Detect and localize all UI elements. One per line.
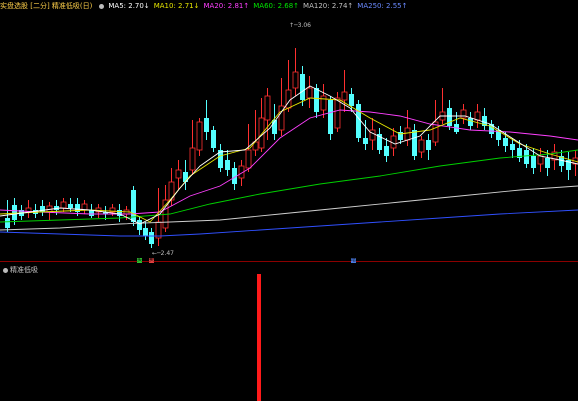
candle-body: [204, 118, 209, 132]
candle-body: [426, 140, 431, 150]
candle-body: [349, 94, 354, 106]
candle-body: [40, 206, 45, 212]
candle-body: [468, 118, 473, 126]
candle-body: [531, 156, 536, 168]
ma60-line: [0, 149, 578, 223]
candle-body: [196, 121, 203, 151]
candle-body: [175, 169, 182, 179]
low-price-value: 2.47: [160, 250, 174, 257]
candle-body: [60, 201, 67, 209]
candles-group: [5, 48, 578, 248]
candle-body: [314, 88, 319, 112]
candle-body: [320, 95, 327, 111]
candle-body: [12, 205, 17, 220]
kline-panel[interactable]: [0, 0, 578, 262]
candle-body: [503, 138, 508, 146]
candle-body: [510, 144, 515, 150]
ma10-line: [0, 97, 578, 223]
candle-body: [418, 139, 425, 153]
candle-body: [341, 91, 348, 101]
candle-body: [460, 109, 467, 119]
candle-body: [245, 149, 252, 169]
candle-body: [264, 95, 271, 121]
low-arrow-icon: ←─: [152, 250, 161, 257]
indicator-panel[interactable]: [0, 262, 578, 401]
candle-body: [404, 127, 411, 141]
candle-body: [225, 160, 230, 170]
signal-bar: [257, 274, 261, 401]
candle-body: [334, 97, 341, 129]
candle-body: [306, 87, 313, 99]
candle-body: [328, 100, 333, 134]
candle-body: [545, 158, 550, 168]
candle-body: [189, 147, 196, 171]
candle-body: [68, 204, 73, 208]
candle-body: [363, 138, 368, 144]
candle-body: [474, 111, 481, 121]
candle-body: [369, 129, 376, 141]
candle-body: [292, 71, 299, 89]
candle-body: [143, 228, 148, 236]
high-price-label: ↑─3.06: [289, 22, 311, 29]
candle-body: [137, 220, 142, 230]
candle-body: [211, 130, 216, 148]
candle-body: [384, 146, 389, 156]
chart-app: 实盘选股 [二分] 精准低吸(日) MA5: 2.70↓ MA10: 2.71↓ MA…: [0, 0, 578, 401]
candle-body: [300, 74, 305, 100]
high-arrow-icon: ↑─: [289, 22, 298, 29]
candle-body: [89, 210, 94, 216]
low-price-label: ←─2.47: [152, 250, 174, 257]
candle-body: [412, 130, 417, 156]
high-price-value: 3.06: [297, 22, 311, 29]
candle-body: [537, 155, 544, 165]
candle-body: [149, 232, 154, 244]
candle-body: [5, 218, 10, 228]
candle-body: [258, 117, 265, 149]
candle-body: [524, 150, 529, 164]
